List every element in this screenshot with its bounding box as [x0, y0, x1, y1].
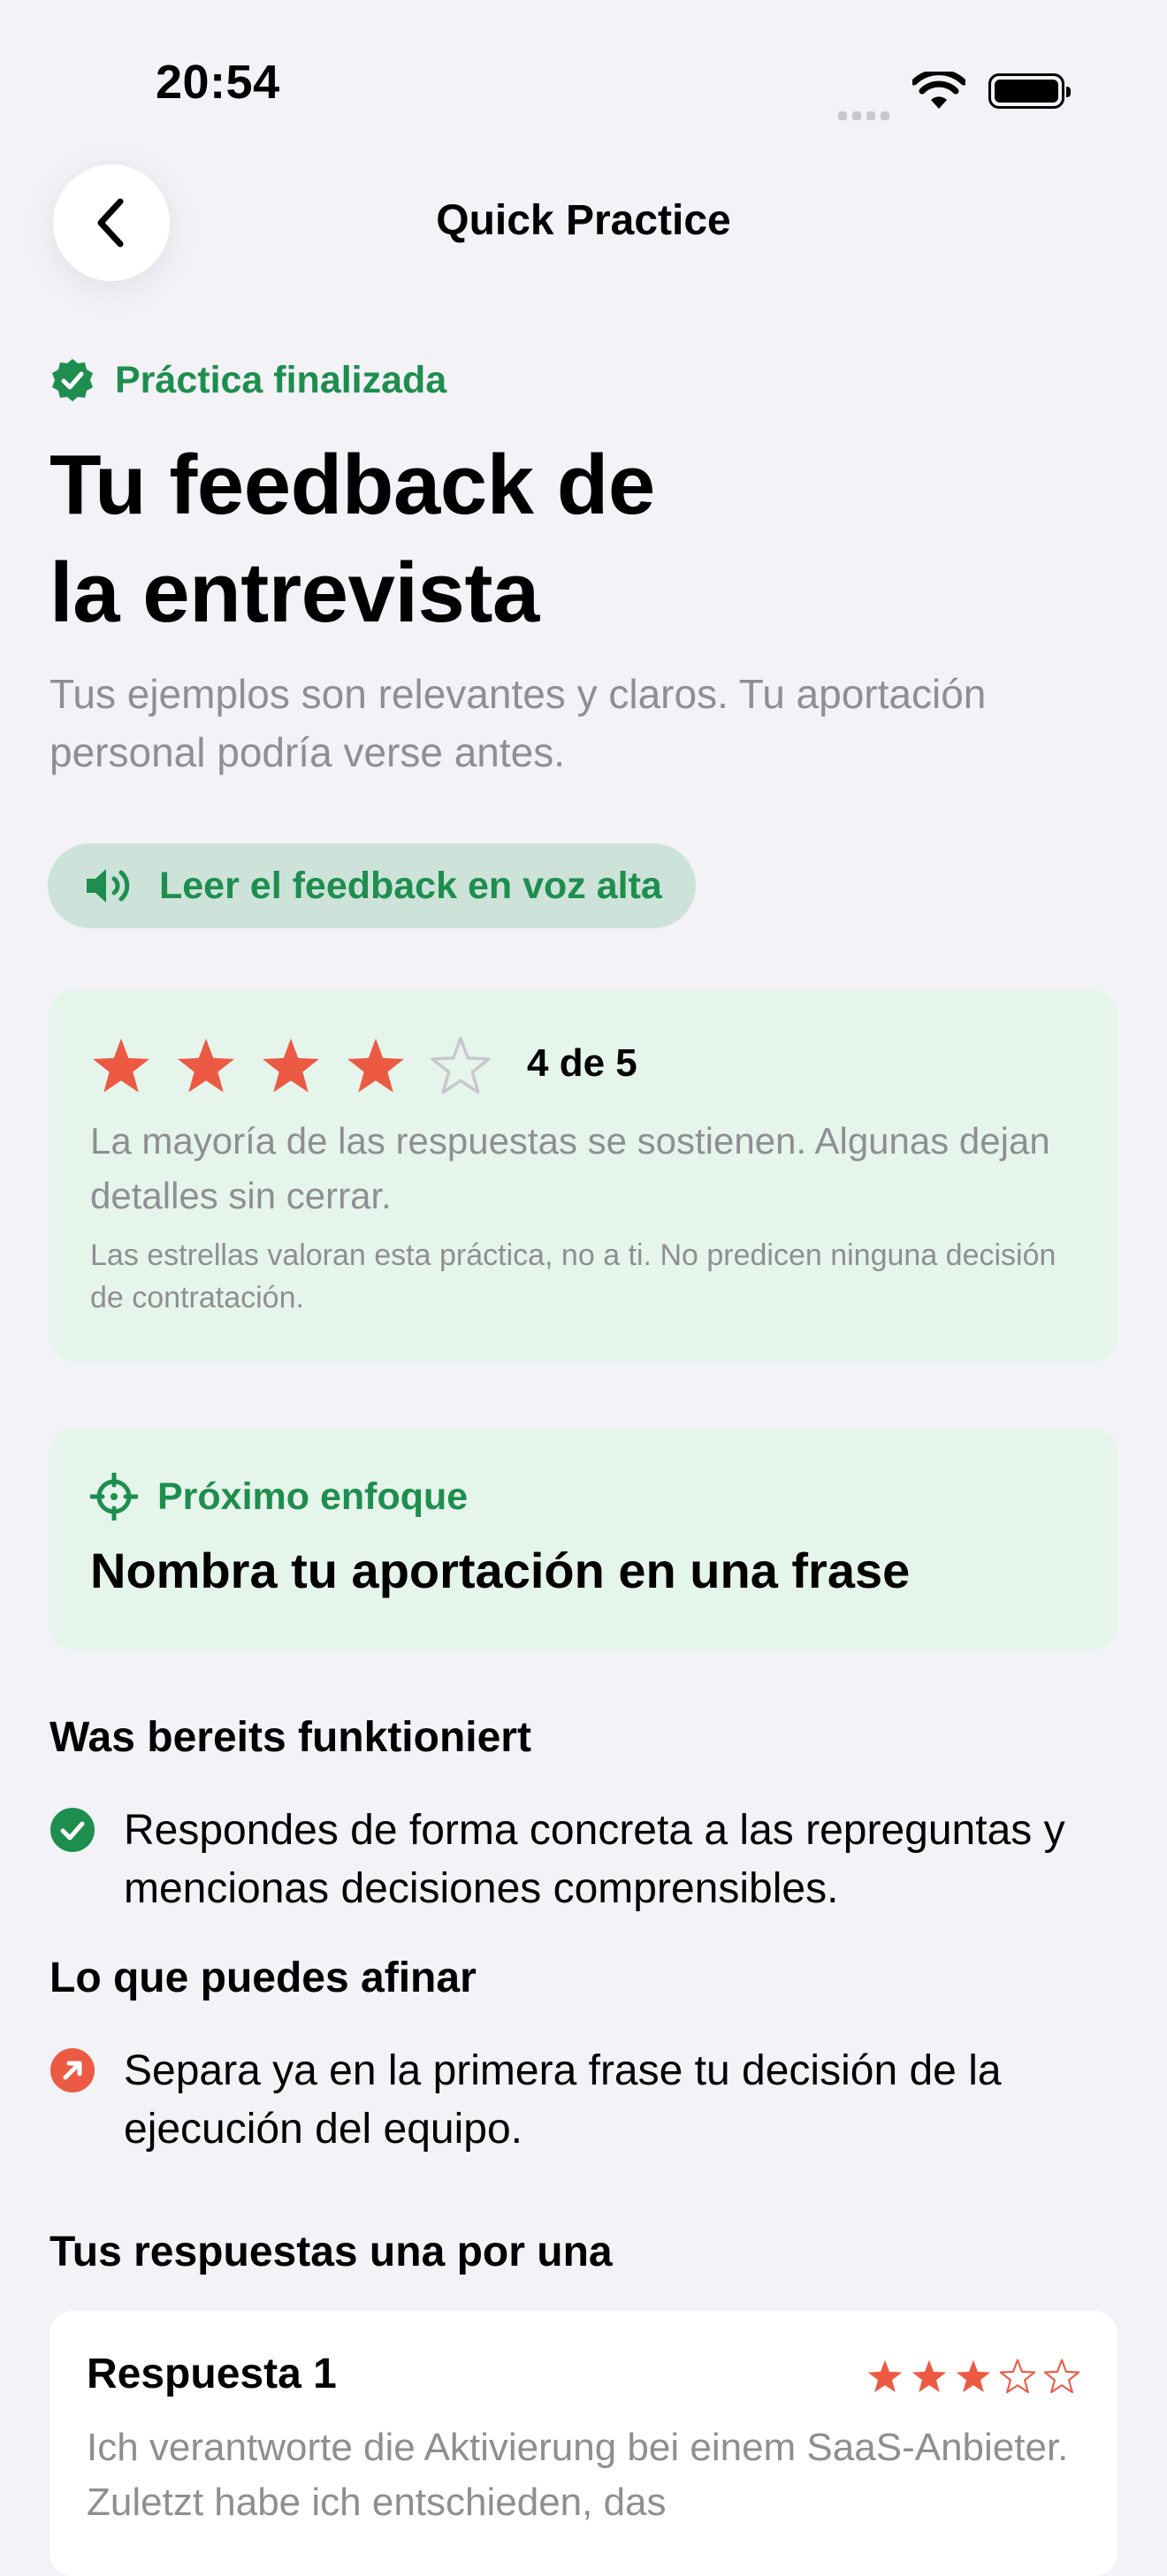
cellular-signal-icon — [838, 62, 889, 120]
star-empty-icon — [1043, 2359, 1080, 2394]
star-filled-icon — [867, 2359, 903, 2393]
answer-text: Ich verantworte die Aktivierung bei eine… — [87, 2426, 1069, 2524]
check-circle-icon — [50, 1808, 95, 1852]
rating-stars — [90, 1036, 492, 1098]
page-title-line-2: la entrevista — [50, 545, 539, 640]
list-item: Respondes de forma concreta a las repreg… — [50, 1802, 1110, 1918]
read-aloud-button[interactable]: Leer el feedback en voz alta — [48, 843, 696, 928]
verified-check-icon — [52, 359, 93, 401]
read-aloud-label: Leer el feedback en voz alta — [159, 864, 662, 907]
speaker-icon — [87, 869, 130, 903]
list-item: Separa ya en la primera frase tu decisió… — [50, 2042, 1110, 2159]
improvement-text: Separa ya en la primera frase tu decisió… — [124, 2047, 1002, 2153]
strengths-heading: Was bereits funktioniert — [50, 1714, 531, 1761]
crosshair-icon — [90, 1473, 138, 1520]
strength-text: Respondes de forma concreta a las repreg… — [124, 1807, 1065, 1912]
next-focus-card: Próximo enfoque Nombra tu aportación en … — [50, 1429, 1117, 1650]
star-empty-icon — [431, 1037, 491, 1094]
status-time: 20:54 — [156, 56, 280, 109]
battery-icon — [988, 73, 1071, 109]
feedback-summary: Tus ejemplos son relevantes y claros. Tu… — [50, 671, 987, 775]
next-focus-text: Nombra tu aportación en una frase — [90, 1543, 911, 1598]
star-filled-icon — [93, 1038, 149, 1093]
rating-description: La mayoría de las respuestas se sostiene… — [90, 1120, 1050, 1216]
star-filled-icon — [263, 1038, 319, 1093]
nav-title: Quick Practice — [436, 197, 731, 244]
answer-rating-stars — [866, 2359, 1080, 2396]
status-icons — [838, 62, 1071, 120]
answer-title: Respuesta 1 — [87, 2351, 337, 2397]
rating-disclaimer: Las estrellas valoran esta práctica, no … — [90, 1238, 1056, 1315]
completion-badge-label: Práctica finalizada — [115, 358, 447, 401]
star-filled-icon — [178, 1038, 234, 1093]
answer-card[interactable]: Respuesta 1 Ich verantworte die Aktivier… — [50, 2311, 1117, 2576]
next-focus-label: Próximo enfoque — [157, 1475, 469, 1518]
arrow-up-right-circle-icon — [50, 2048, 95, 2092]
improvements-heading: Lo que puedes afinar — [50, 1955, 477, 2001]
wifi-icon — [912, 72, 965, 109]
page-title-line-1: Tu feedback de — [50, 438, 655, 532]
page-title: Tu feedback de la entrevista — [50, 431, 934, 647]
star-filled-icon — [347, 1038, 404, 1093]
star-filled-icon — [956, 2359, 991, 2393]
next-focus-header: Próximo enfoque — [90, 1473, 468, 1520]
completion-badge: Práctica finalizada — [50, 357, 446, 403]
star-empty-icon — [999, 2359, 1036, 2394]
answers-heading: Tus respuestas una por una — [50, 2229, 613, 2275]
rating-card: 4 de 5 La mayoría de las respuestas se s… — [50, 990, 1117, 1361]
star-filled-icon — [911, 2359, 947, 2393]
rating-label: 4 de 5 — [527, 1041, 637, 1085]
